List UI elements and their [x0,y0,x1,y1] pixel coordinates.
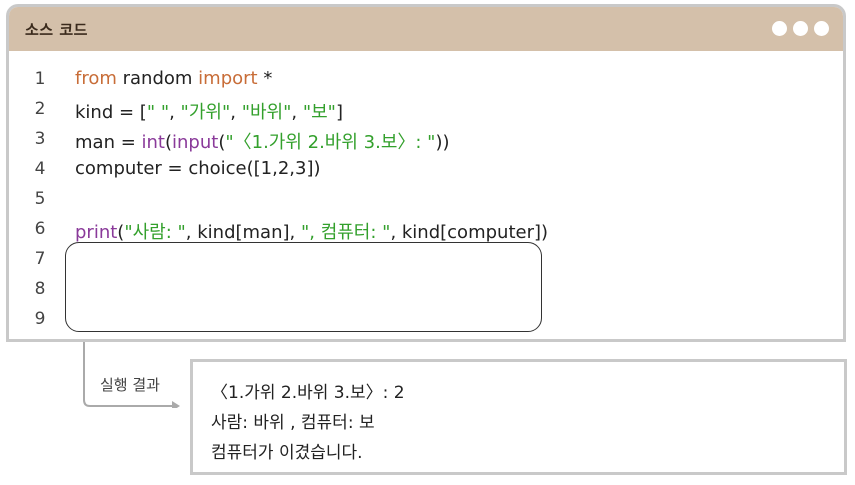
code-token: man = [75,132,142,153]
code-token: input [172,132,219,153]
code-token: print [75,222,118,243]
code-token: random [116,68,199,89]
titlebar: 소스 코드 [9,7,843,51]
code-token: " " [146,102,170,123]
line-number: 7 [34,249,46,269]
code-token: )) [435,132,450,153]
code-text: print("사람: ", kind[man], ", 컴퓨터: ", kind… [75,218,548,244]
source-code-panel: 소스 코드 1 from random import * 2 kind = [" ",… [6,4,846,342]
code-text: from random import * [75,68,272,89]
panel-title: 소스 코드 [25,21,88,39]
code-token: "사람: " [124,222,186,243]
code-token: , [291,102,303,123]
code-token: , [230,102,242,123]
code-token: "〈1.가위 2.바위 3.보〉: " [225,132,436,153]
code-text: computer = choice([1,2,3]) [75,158,321,179]
code-token: , kind[man], [185,222,301,243]
code-text: man = int(input("〈1.가위 2.바위 3.보〉: ")) [75,128,450,154]
line-number: 6 [34,219,46,239]
code-token: import [198,68,258,89]
line-number: 1 [34,69,46,89]
code-token: computer = choice([1,2,3]) [75,158,321,179]
code-token: "바위" [241,102,292,123]
code-token: ] [335,102,343,123]
answer-blank-box[interactable] [65,242,542,332]
code-token: , kind[computer]) [390,222,549,243]
dot-icon [772,21,787,36]
code-line: 1 from random import * [9,65,843,95]
code-token: , [169,102,181,123]
code-line: 5 [9,185,843,215]
code-token: ", 컴퓨터: " [300,222,391,243]
code-token: int [141,132,165,153]
code-token: kind = [ [75,102,147,123]
line-number: 8 [34,279,46,299]
code-token: ( [164,132,172,153]
output-box: 〈1.가위 2.바위 3.보〉: 2 사람: 바위 , 컴퓨터: 보 컴퓨터가 … [190,359,847,475]
window-controls [772,21,829,36]
output-line: 〈1.가위 2.바위 3.보〉: 2 [211,383,405,403]
code-token: "가위" [180,102,231,123]
line-number: 3 [34,129,46,149]
dot-icon [814,21,829,36]
output-line: 사람: 바위 , 컴퓨터: 보 [211,413,375,433]
code-token: * [257,68,273,89]
run-result-label: 실행 결과 [100,376,160,394]
code-text: kind = [" ", "가위", "바위", "보"] [75,98,343,124]
line-number: 9 [34,309,46,329]
line-number: 2 [34,99,46,119]
dot-icon [793,21,808,36]
code-token: from [75,68,117,89]
code-token: "보" [302,102,336,123]
line-number: 5 [34,189,46,209]
code-line: 4 computer = choice([1,2,3]) [9,155,843,185]
code-line: 6 print("사람: ", kind[man], ", 컴퓨터: ", kin… [9,215,843,245]
line-number: 4 [34,159,46,179]
code-line: 3 man = int(input("〈1.가위 2.바위 3.보〉: ")) [9,125,843,155]
output-line: 컴퓨터가 이겼습니다. [211,443,363,463]
code-line: 2 kind = [" ", "가위", "바위", "보"] [9,95,843,125]
